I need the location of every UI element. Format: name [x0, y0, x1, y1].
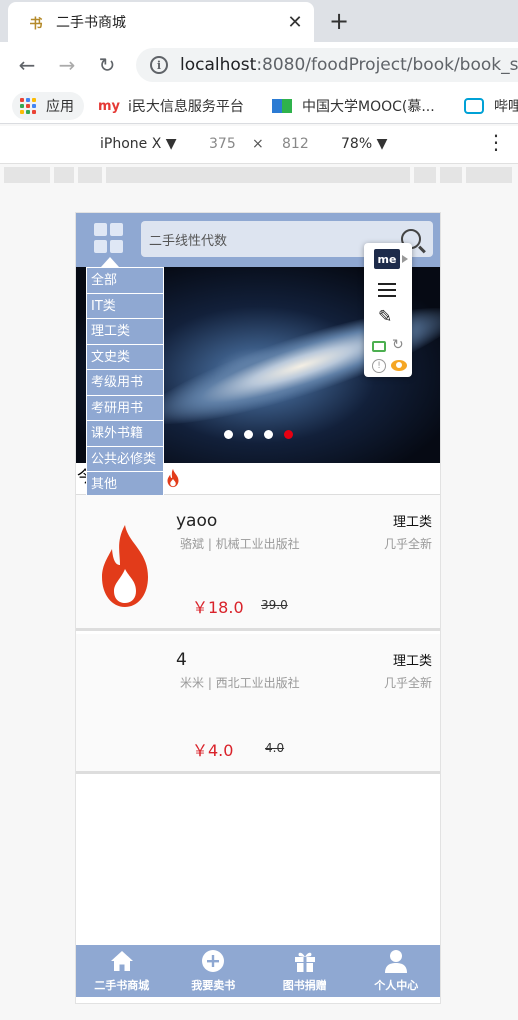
device-name: iPhone X — [100, 136, 162, 152]
extension-popup: me ✎ ↻ ! — [364, 243, 412, 377]
category-extracurricular[interactable]: 课外书籍 — [87, 421, 163, 447]
nav-profile[interactable]: 个人中心 — [351, 945, 441, 997]
url-path: :8080/foodProject/book/book_s — [256, 55, 518, 75]
apps-grid-icon — [20, 98, 36, 114]
menu-caret-icon — [101, 257, 119, 267]
bookmark-mooc-label: 中国大学MOOC(慕... — [302, 99, 435, 115]
mooc-icon — [272, 99, 292, 113]
category-science[interactable]: 理工类 — [87, 319, 163, 345]
site-info-icon[interactable]: i — [150, 56, 168, 74]
book-thumbnail-flame-icon — [102, 525, 148, 607]
book-favicon-icon: 书 — [29, 16, 43, 32]
category-grid-icon[interactable] — [94, 223, 124, 253]
bookmarks-bar: 应用 my i民大信息服务平台 中国大学MOOC(慕... 哔哩 — [0, 88, 518, 124]
bookmark-bilibili-label: 哔哩 — [494, 99, 518, 115]
forward-arrow-icon[interactable]: → — [54, 52, 80, 78]
carousel-dot[interactable] — [224, 430, 233, 439]
eye-icon[interactable] — [391, 360, 407, 371]
bookmark-apps[interactable]: 应用 — [12, 92, 84, 120]
device-select[interactable]: iPhone X ▼ — [100, 136, 177, 152]
bookmark-imd-label: i民大信息服务平台 — [128, 99, 244, 115]
category-dropdown-menu: 全部 IT类 理工类 文史类 考级用书 考研用书 课外书籍 公共必修类 其他 — [86, 267, 164, 499]
nav-profile-label: 个人中心 — [374, 979, 419, 992]
book-title: 4 — [176, 650, 187, 670]
cast-icon[interactable] — [372, 341, 386, 352]
nav-home-label: 二手书商城 — [94, 979, 150, 992]
bookmark-imd[interactable]: my i民大信息服务平台 — [98, 92, 244, 120]
my-badge-icon: my — [98, 98, 121, 114]
zoom-select[interactable]: 78% ▼ — [341, 136, 387, 152]
book-original-price: 39.0 — [261, 598, 288, 612]
carousel-dot[interactable] — [244, 430, 253, 439]
category-it[interactable]: IT类 — [87, 294, 163, 319]
book-meta: 骆斌 | 机械工业出版社 — [180, 537, 300, 551]
book-original-price: 4.0 — [265, 741, 285, 755]
close-tab-icon[interactable]: ✕ — [282, 9, 308, 35]
carousel-dots — [224, 430, 293, 439]
warning-icon[interactable]: ! — [372, 359, 386, 373]
new-tab-plus-icon[interactable]: + — [326, 7, 352, 35]
device-toolbar: iPhone X ▼ 375 × 812 78% ▼ ⋮ — [0, 126, 518, 164]
bookmark-bilibili[interactable]: 哔哩 — [464, 92, 518, 120]
nav-donate[interactable]: 图书捐赠 — [259, 945, 351, 997]
browser-tab-bar: 书 二手书商城 ✕ + — [0, 0, 518, 42]
bilibili-icon — [464, 98, 484, 114]
dimension-separator: × — [252, 136, 264, 152]
more-options-icon[interactable]: ⋮ — [486, 132, 506, 152]
device-height[interactable]: 812 — [282, 136, 309, 152]
book-title: yaoo — [176, 511, 218, 531]
book-price: ￥18.0 — [192, 598, 244, 617]
nav-sell[interactable]: 我要卖书 — [168, 945, 260, 997]
tab-title: 二手书商城 — [56, 15, 126, 31]
url-text: localhost:8080/foodProject/book/book_s — [180, 55, 518, 75]
bookmark-mooc[interactable]: 中国大学MOOC(慕... — [272, 92, 435, 120]
user-icon — [385, 950, 408, 973]
browser-tab[interactable]: 书 二手书商城 ✕ — [8, 2, 314, 42]
plus-circle-icon — [202, 950, 225, 972]
me-extension-icon[interactable]: me — [374, 249, 400, 269]
category-all[interactable]: 全部 — [87, 268, 163, 294]
back-arrow-icon[interactable]: ← — [14, 52, 40, 78]
flame-icon — [167, 468, 179, 488]
home-icon — [110, 951, 133, 971]
carousel-dot[interactable] — [264, 430, 273, 439]
book-price: ￥4.0 — [192, 741, 234, 760]
nav-donate-label: 图书捐赠 — [282, 979, 327, 992]
address-bar[interactable]: i localhost:8080/foodProject/book/book_s — [136, 48, 518, 82]
bookmark-apps-label: 应用 — [46, 99, 74, 115]
carousel-dot-active[interactable] — [284, 430, 293, 439]
book-list-item[interactable]: 4 米米 | 西北工业出版社 理工类 几乎全新 ￥4.0 4.0 — [76, 634, 440, 774]
book-category: 理工类 — [392, 654, 432, 669]
category-humanities[interactable]: 文史类 — [87, 345, 163, 370]
category-postgrad[interactable]: 考研用书 — [87, 396, 163, 421]
nav-sell-label: 我要卖书 — [191, 979, 236, 992]
hamburger-menu-icon[interactable] — [378, 283, 396, 301]
magic-wand-icon[interactable]: ✎ — [378, 307, 392, 327]
book-condition: 几乎全新 — [383, 537, 432, 551]
browser-toolbar: ← → ↻ i localhost:8080/foodProject/book/… — [0, 42, 518, 88]
expand-arrow-icon[interactable] — [402, 255, 408, 263]
category-other[interactable]: 其他 — [87, 472, 163, 498]
mobile-viewport: 二手线性代数 今 全部 IT类 理工类 文史类 考级用书 考研用书 课外书籍 公… — [75, 212, 441, 1004]
category-required[interactable]: 公共必修类 — [87, 447, 163, 472]
media-query-ruler — [0, 164, 518, 186]
gift-icon — [294, 952, 315, 972]
book-meta: 米米 | 西北工业出版社 — [180, 676, 300, 690]
bottom-nav: 二手书商城 我要卖书 图书捐赠 个人中心 — [76, 945, 441, 997]
device-width[interactable]: 375 — [209, 136, 236, 152]
book-list-item[interactable]: yaoo 骆斌 | 机械工业出版社 理工类 几乎全新 ￥18.0 39.0 — [76, 495, 440, 631]
zoom-value: 78% — [341, 136, 373, 152]
book-condition: 几乎全新 — [383, 676, 432, 690]
url-host: localhost — [180, 55, 257, 75]
book-category: 理工类 — [392, 515, 432, 530]
reload-icon[interactable]: ↻ — [94, 52, 120, 78]
nav-home[interactable]: 二手书商城 — [76, 945, 168, 997]
refresh-icon[interactable]: ↻ — [392, 337, 404, 353]
category-exam[interactable]: 考级用书 — [87, 370, 163, 396]
